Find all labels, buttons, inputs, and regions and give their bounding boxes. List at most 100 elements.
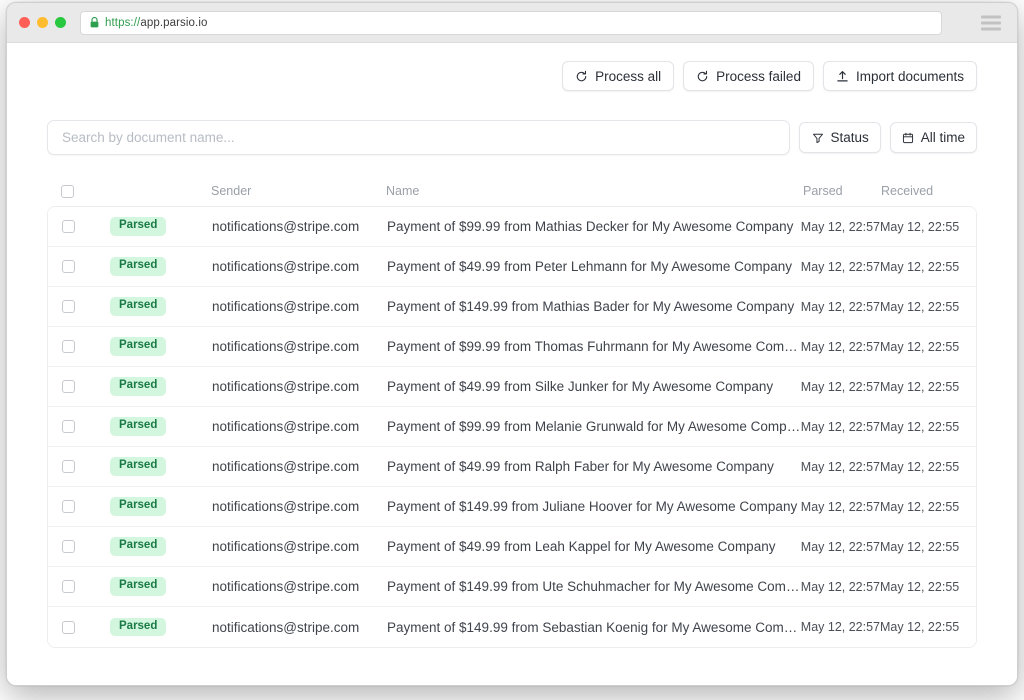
row-checkbox[interactable]: [62, 540, 75, 553]
row-checkbox[interactable]: [62, 300, 75, 313]
row-select-cell: [62, 620, 110, 634]
action-toolbar: Process all Process failed Import docume…: [47, 43, 977, 91]
row-received-date: May 12, 22:55: [880, 339, 960, 354]
row-received-date: May 12, 22:55: [880, 499, 960, 514]
row-sender: notifications@stripe.com: [212, 499, 360, 514]
table-row[interactable]: Parsed notifications@stripe.com Payment of…: [48, 247, 976, 287]
row-select-cell: [62, 540, 110, 553]
search-input[interactable]: [47, 120, 791, 155]
row-received-date: May 12, 22:55: [880, 379, 960, 394]
status-badge: Parsed: [110, 497, 167, 516]
row-name: Payment of $49.99 from Ralph Faber for M…: [387, 459, 774, 474]
row-select-cell: [62, 220, 110, 233]
row-sender: notifications@stripe.com: [212, 579, 360, 594]
maximize-window-button[interactable]: [55, 17, 66, 28]
row-status-cell: Parsed: [110, 377, 212, 396]
browser-titlebar: https://app.parsio.io: [7, 3, 1017, 43]
row-parsed-date: May 12, 22:57: [800, 459, 880, 474]
row-select-cell: [62, 380, 110, 393]
close-window-button[interactable]: [19, 17, 30, 28]
table-row[interactable]: Parsed notifications@stripe.com Payment of…: [48, 367, 976, 407]
row-received-date: May 12, 22:55: [880, 539, 960, 554]
row-status-cell: Parsed: [110, 217, 212, 236]
hamburger-menu-icon[interactable]: [981, 15, 1001, 30]
documents-table: Sender Name Parsed Received Parsed notifi…: [47, 176, 977, 648]
lock-icon: [90, 17, 99, 28]
hamburger-line: [981, 21, 1001, 24]
row-checkbox[interactable]: [62, 620, 75, 634]
row-name: Payment of $149.99 from Juliane Hoover f…: [387, 499, 798, 514]
process-all-button[interactable]: Process all: [562, 61, 675, 91]
address-bar[interactable]: https://app.parsio.io: [80, 10, 942, 35]
hamburger-line: [981, 15, 1001, 18]
select-all-checkbox[interactable]: [61, 184, 74, 198]
row-sender: notifications@stripe.com: [212, 339, 360, 354]
url-scheme: https://: [105, 16, 141, 29]
table-row[interactable]: Parsed notifications@stripe.com Payment of…: [48, 567, 976, 607]
row-checkbox[interactable]: [62, 460, 75, 473]
row-name: Payment of $99.99 from Thomas Fuhrmann f…: [387, 339, 801, 354]
header-parsed: Parsed: [803, 184, 843, 198]
row-received-date: May 12, 22:55: [880, 299, 960, 314]
row-checkbox[interactable]: [62, 220, 75, 233]
row-status-cell: Parsed: [110, 257, 212, 276]
date-range-filter-button[interactable]: All time: [889, 122, 977, 153]
row-checkbox[interactable]: [62, 580, 75, 593]
status-badge: Parsed: [110, 417, 167, 436]
header-name: Name: [386, 184, 420, 198]
table-row[interactable]: Parsed notifications@stripe.com Payment of…: [48, 487, 976, 527]
status-badge: Parsed: [110, 217, 167, 236]
row-checkbox[interactable]: [62, 340, 75, 353]
process-failed-button[interactable]: Process failed: [683, 61, 814, 91]
header-received: Received: [881, 184, 934, 198]
row-checkbox[interactable]: [62, 420, 75, 433]
minimize-window-button[interactable]: [37, 17, 48, 28]
row-received-date: May 12, 22:55: [880, 579, 960, 594]
row-checkbox[interactable]: [62, 380, 75, 393]
row-select-cell: [62, 580, 110, 593]
process-failed-label: Process failed: [716, 68, 801, 84]
table-row[interactable]: Parsed notifications@stripe.com Payment of…: [48, 287, 976, 327]
status-badge: Parsed: [110, 337, 167, 356]
url-host: app.parsio.io: [140, 16, 208, 29]
row-sender: notifications@stripe.com: [212, 379, 360, 394]
refresh-icon: [575, 70, 588, 83]
table-row[interactable]: Parsed notifications@stripe.com Payment of…: [48, 327, 976, 367]
table-header-row: Sender Name Parsed Received: [47, 176, 977, 206]
row-name: Payment of $149.99 from Sebastian Koenig…: [387, 619, 801, 635]
row-select-cell: [62, 460, 110, 473]
row-checkbox[interactable]: [62, 260, 75, 273]
row-name: Payment of $99.99 from Melanie Grunwald …: [387, 419, 801, 434]
row-select-cell: [62, 260, 110, 273]
header-sender: Sender: [211, 184, 252, 198]
row-parsed-date: May 12, 22:57: [800, 339, 880, 354]
row-parsed-date: May 12, 22:57: [800, 539, 880, 554]
row-sender: notifications@stripe.com: [212, 619, 360, 635]
status-badge: Parsed: [110, 537, 167, 556]
row-received-date: May 12, 22:55: [880, 459, 960, 474]
address-bar-text: https://app.parsio.io: [105, 17, 207, 29]
row-select-cell: [62, 500, 110, 513]
row-name: Payment of $49.99 from Peter Lehmann for…: [387, 259, 792, 274]
table-row[interactable]: Parsed notifications@stripe.com Payment of…: [48, 527, 976, 567]
app-page: Process all Process failed Import docume…: [7, 43, 1017, 685]
row-name: Payment of $49.99 from Leah Kappel for M…: [387, 539, 776, 554]
import-documents-button[interactable]: Import documents: [822, 61, 977, 91]
table-row[interactable]: Parsed notifications@stripe.com Payment of…: [48, 607, 976, 647]
table-row[interactable]: Parsed notifications@stripe.com Payment of…: [48, 407, 976, 447]
row-sender: notifications@stripe.com: [212, 219, 360, 234]
status-badge: Parsed: [110, 257, 167, 276]
row-select-cell: [62, 420, 110, 433]
row-checkbox[interactable]: [62, 500, 75, 513]
table-body: Parsed notifications@stripe.com Payment of…: [47, 206, 977, 648]
row-name: Payment of $49.99 from Silke Junker for …: [387, 379, 774, 394]
refresh-icon: [696, 70, 709, 83]
row-received-date: May 12, 22:55: [880, 219, 960, 234]
window-controls: [19, 17, 66, 28]
row-status-cell: Parsed: [110, 617, 212, 637]
search-and-filters: Status All time: [47, 120, 977, 155]
table-row[interactable]: Parsed notifications@stripe.com Payment of…: [48, 447, 976, 487]
status-filter-label: Status: [830, 130, 869, 145]
status-filter-button[interactable]: Status: [799, 122, 881, 153]
table-row[interactable]: Parsed notifications@stripe.com Payment of…: [48, 207, 976, 247]
